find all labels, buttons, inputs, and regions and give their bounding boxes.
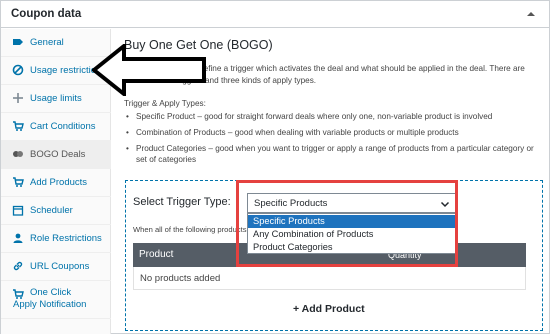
list-item: Combination of Products – good when deal…	[124, 127, 544, 138]
trigger-type-label: Select Trigger Type:	[133, 196, 231, 208]
sidebar-item-bogo-deals[interactable]: BOGO Deals	[1, 141, 111, 169]
user-icon	[13, 233, 23, 243]
when-text: When all of the following products	[133, 225, 247, 234]
list-item: Product Categories – good when you want …	[124, 143, 544, 165]
plus-icon	[13, 93, 23, 103]
highlight-box	[236, 180, 458, 267]
sidebar-item-role-restrictions[interactable]: Role Restrictions	[1, 225, 111, 253]
sidebar-item-scheduler[interactable]: Scheduler	[1, 197, 111, 225]
sidebar-item-cart-conditions[interactable]: Cart Conditions	[1, 113, 111, 141]
sidebar-item-url-coupons[interactable]: URL Coupons	[1, 253, 111, 281]
sidebar-item-label: Scheduler	[30, 205, 73, 216]
sidebar-item-one-click-apply[interactable]: One Click Apply Notification	[1, 281, 111, 319]
collapse-arrow-icon[interactable]	[525, 8, 537, 20]
bogo-icon	[13, 151, 23, 157]
panel-header: Coupon data	[1, 1, 549, 28]
sidebar-item-label: Role Restrictions	[30, 233, 102, 244]
annotation-arrow-icon	[92, 44, 206, 96]
types-title: Trigger & Apply Types:	[124, 99, 206, 108]
types-list: Specific Product – good for straight for…	[124, 111, 544, 170]
sidebar-item-label: One Click Apply Notification	[13, 287, 87, 310]
sidebar-item-add-products[interactable]: Add Products	[1, 169, 111, 197]
empty-table-message: No products added	[140, 273, 221, 284]
coupon-data-panel: Coupon data General Usage restriction Us…	[0, 0, 550, 334]
list-item: Specific Product – good for straight for…	[124, 111, 544, 122]
sidebar-item-label: URL Coupons	[30, 261, 90, 272]
column-product: Product	[139, 249, 174, 260]
calendar-icon	[12, 205, 24, 216]
add-product-button[interactable]: + Add Product	[293, 303, 365, 315]
restriction-icon	[12, 64, 24, 76]
sidebar-item-label: Add Products	[30, 177, 88, 188]
table-row: No products added	[133, 267, 526, 290]
cart-icon	[13, 121, 24, 131]
ticket-icon	[13, 39, 23, 45]
panel-title: Coupon data	[11, 8, 82, 20]
sidebar-item-label: BOGO Deals	[30, 149, 86, 160]
cart-icon	[13, 177, 24, 187]
link-icon	[13, 261, 23, 271]
sidebar-item-label: Cart Conditions	[30, 121, 96, 132]
